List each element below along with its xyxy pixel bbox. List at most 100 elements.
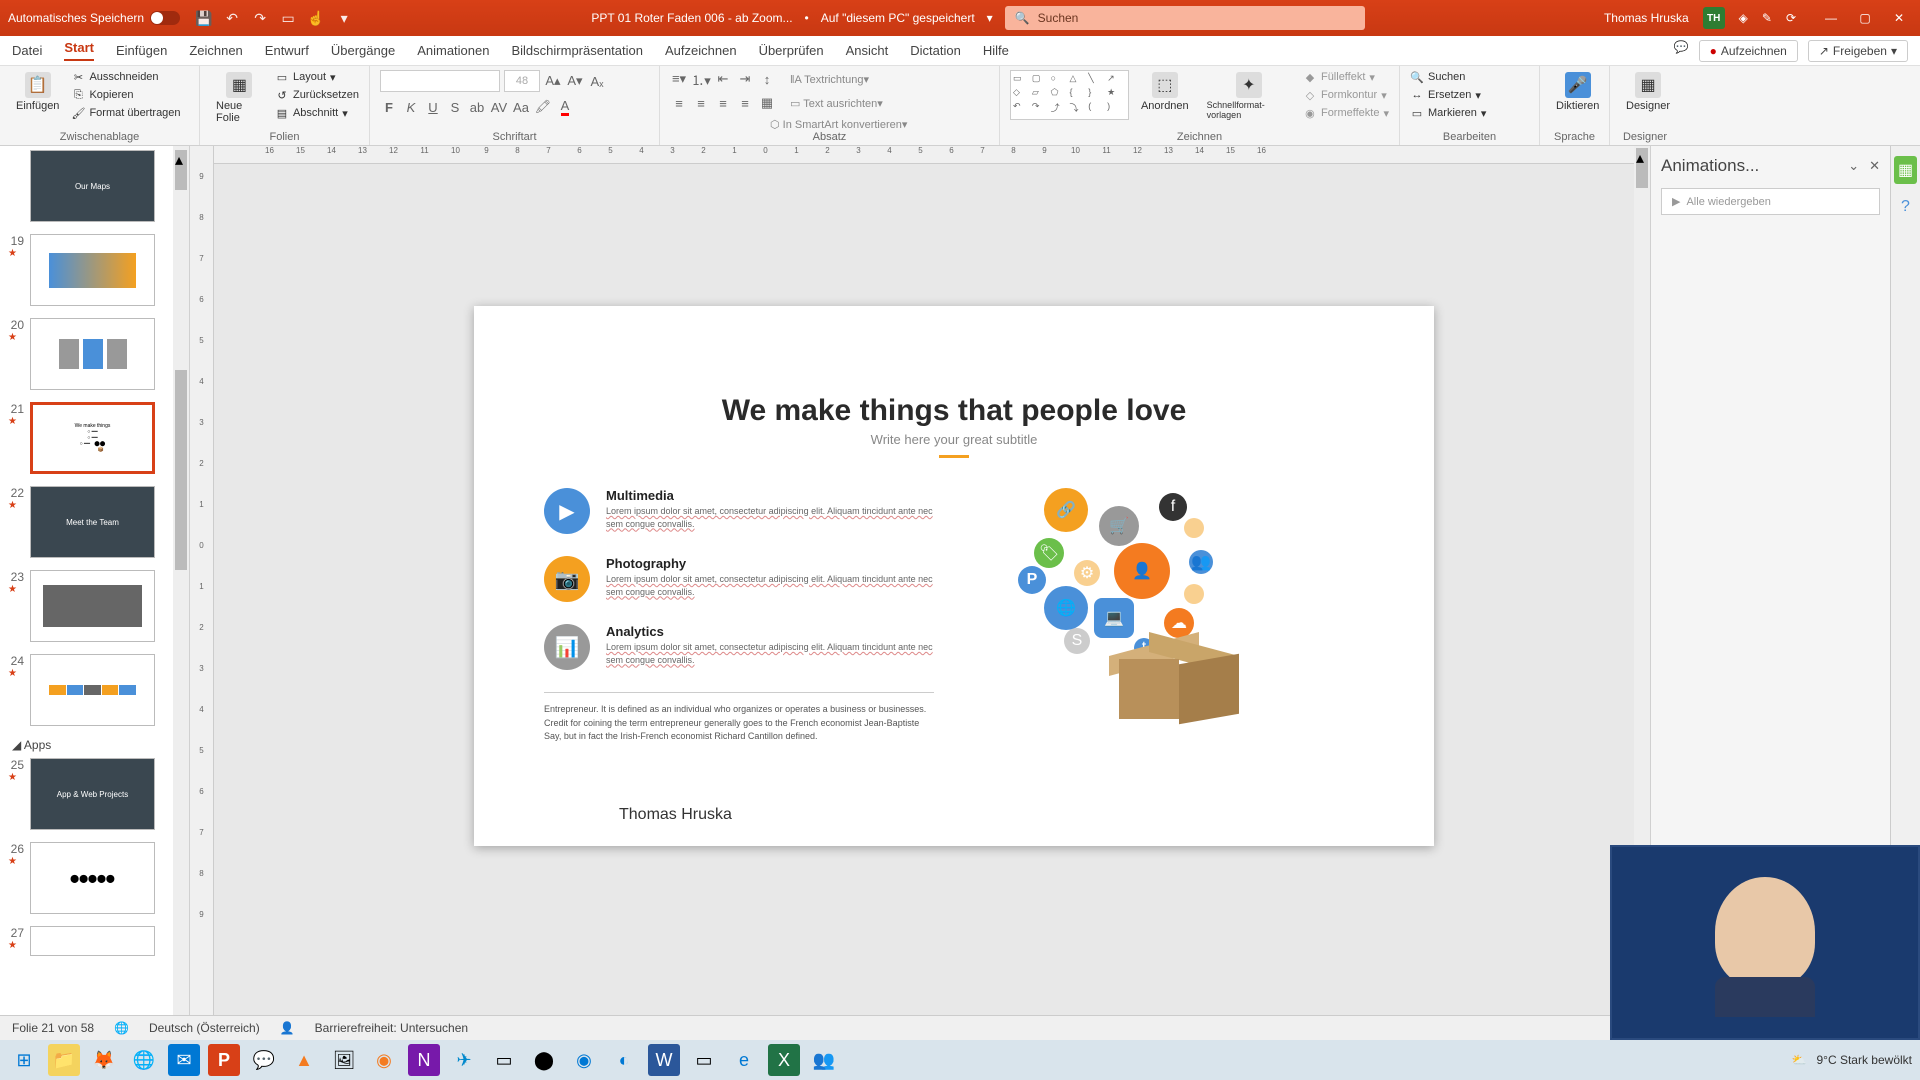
freigeben-button[interactable]: ↗Freigeben▾ (1808, 40, 1908, 62)
font-size[interactable]: 48 (504, 70, 540, 92)
feature-title[interactable]: Multimedia (606, 488, 934, 503)
outlook-icon[interactable]: ✉ (168, 1044, 200, 1076)
thumb-25[interactable]: App & Web Projects (30, 758, 155, 830)
app-icon[interactable]: ◉ (368, 1044, 400, 1076)
effects-button[interactable]: ◉Formeffekte▾ (1303, 106, 1389, 120)
diamond-icon[interactable]: ◈ (1739, 11, 1748, 25)
fromstart-icon[interactable]: ▭ (280, 10, 296, 26)
underline-icon[interactable]: U (424, 98, 442, 116)
aufzeichnen-button[interactable]: ●Aufzeichnen (1699, 40, 1798, 62)
highlight-icon[interactable]: 🖍 (534, 98, 552, 116)
slide-canvas[interactable]: We make things that people love Write he… (474, 306, 1434, 846)
thumb-22[interactable]: Meet the Team (30, 486, 155, 558)
weather-text[interactable]: 9°C Stark bewölkt (1816, 1053, 1912, 1067)
photos-icon[interactable]: 🖼 (328, 1044, 360, 1076)
footnote[interactable]: Entrepreneur. It is defined as an indivi… (544, 692, 934, 744)
cut-button[interactable]: ✂Ausschneiden (71, 70, 180, 84)
edge-icon[interactable]: e (728, 1044, 760, 1076)
excel-icon[interactable]: X (768, 1044, 800, 1076)
tab-entwurf[interactable]: Entwurf (265, 43, 309, 58)
indent-inc-icon[interactable]: ⇥ (736, 70, 754, 88)
telegram-icon[interactable]: ✈ (448, 1044, 480, 1076)
section-apps[interactable]: ◢ Apps (12, 738, 181, 752)
thumb-27[interactable] (30, 926, 155, 956)
weather-icon[interactable]: ⛅ (1792, 1053, 1807, 1067)
bullets-icon[interactable]: ≡▾ (670, 70, 688, 88)
author-name[interactable]: Thomas Hruska (619, 806, 732, 824)
pen-icon[interactable]: ✎ (1762, 11, 1772, 25)
undo-icon[interactable]: ↶ (224, 10, 240, 26)
obs-icon[interactable]: ⬤ (528, 1044, 560, 1076)
tab-bildschirm[interactable]: Bildschirmpräsentation (511, 43, 643, 58)
tab-start[interactable]: Start (64, 40, 94, 61)
tab-ueberpruefen[interactable]: Überprüfen (759, 43, 824, 58)
grow-font-icon[interactable]: A▴ (544, 72, 562, 90)
language[interactable]: Deutsch (Österreich) (149, 1021, 260, 1035)
dropdown-icon[interactable]: ▾ (987, 11, 993, 25)
app-icon[interactable]: ◐ (608, 1044, 640, 1076)
thumb-18[interactable]: Our Maps (30, 150, 155, 222)
app-icon[interactable]: ▭ (488, 1044, 520, 1076)
accessibility[interactable]: Barrierefreiheit: Untersuchen (315, 1021, 468, 1035)
feature-title[interactable]: Photography (606, 556, 934, 571)
app-icon[interactable]: ▭ (688, 1044, 720, 1076)
app-icon[interactable]: 💬 (248, 1044, 280, 1076)
numbering-icon[interactable]: ⒈▾ (692, 70, 710, 88)
autosave-toggle[interactable]: Automatisches Speichern (8, 11, 180, 25)
section-button[interactable]: ▤Abschnitt▾ (275, 106, 359, 120)
justify-icon[interactable]: ≡ (736, 94, 754, 112)
tab-dictation[interactable]: Dictation (910, 43, 961, 58)
case-icon[interactable]: Aa (512, 98, 530, 116)
maximize-button[interactable]: ▢ (1852, 8, 1878, 28)
access-icon[interactable]: 👤 (280, 1021, 295, 1035)
touch-icon[interactable]: ☝ (308, 10, 324, 26)
designer-button[interactable]: ▦Designer (1620, 70, 1676, 114)
format-painter-button[interactable]: 🖌Format übertragen (71, 106, 180, 120)
slide-subtitle[interactable]: Write here your great subtitle (474, 432, 1434, 447)
dropdown-icon[interactable]: ▾ (336, 10, 352, 26)
start-button[interactable]: ⊞ (8, 1044, 40, 1076)
align-left-icon[interactable]: ≡ (670, 94, 688, 112)
feature-body[interactable]: Lorem ipsum dolor sit amet, consectetur … (606, 641, 934, 666)
tab-zeichnen[interactable]: Zeichnen (189, 43, 242, 58)
thumb-26[interactable]: ⬤⬤⬤⬤⬤ (30, 842, 155, 914)
search-box[interactable]: 🔍 Suchen (1005, 6, 1365, 30)
tab-ansicht[interactable]: Ansicht (846, 43, 889, 58)
close-pane-icon[interactable]: ✕ (1869, 158, 1880, 174)
toggle-switch[interactable] (150, 11, 180, 25)
thumb-20[interactable] (30, 318, 155, 390)
feature-title[interactable]: Analytics (606, 624, 934, 639)
thumb-19[interactable] (30, 234, 155, 306)
thumbs-scrollbar[interactable]: ▴ (173, 146, 189, 1015)
spacing-icon[interactable]: AV (490, 98, 508, 116)
arrange-button[interactable]: ⬚Anordnen (1135, 70, 1195, 114)
dictate-button[interactable]: 🎤Diktieren (1550, 70, 1605, 114)
font-selector[interactable] (380, 70, 500, 92)
columns-icon[interactable]: ▦ (758, 94, 776, 112)
replace-button[interactable]: ↔Ersetzen▾ (1410, 88, 1486, 102)
fill-button[interactable]: ◆Fülleffekt▾ (1303, 70, 1389, 84)
text-direction[interactable]: ‖A Textrichtung▾ (790, 73, 869, 86)
word-icon[interactable]: W (648, 1044, 680, 1076)
slide-title[interactable]: We make things that people love (474, 394, 1434, 428)
thumb-23[interactable] (30, 570, 155, 642)
sync-icon[interactable]: ⟳ (1786, 11, 1796, 25)
slide-counter[interactable]: Folie 21 von 58 (12, 1021, 94, 1035)
smartart-button[interactable]: ⬡ In SmartArt konvertieren▾ (770, 118, 907, 131)
select-button[interactable]: ▭Markieren▾ (1410, 106, 1486, 120)
comments-icon[interactable]: 💬 (1674, 40, 1689, 62)
layout-button[interactable]: ▭Layout▾ (275, 70, 359, 84)
tab-aufzeichnen[interactable]: Aufzeichnen (665, 43, 737, 58)
shapes-gallery[interactable]: ▭▢○△╲↗ ◇▱⬠{}★ ↶↷⤴⤵() (1010, 70, 1129, 120)
user-badge[interactable]: TH (1703, 7, 1725, 29)
play-all-button[interactable]: ▶ Alle wiedergeben (1661, 188, 1880, 215)
icon-cloud[interactable]: 🔗 🛒 f 🏷 ⚙ 👤 👥 P 🌐 💻 ☁ S (974, 488, 1364, 744)
font-color-icon[interactable]: A (556, 98, 574, 116)
explorer-icon[interactable]: 📁 (48, 1044, 80, 1076)
teams-icon[interactable]: 👥 (808, 1044, 840, 1076)
line-spacing-icon[interactable]: ↕ (758, 70, 776, 88)
outline-button[interactable]: ◇Formkontur▾ (1303, 88, 1389, 102)
onenote-icon[interactable]: N (408, 1044, 440, 1076)
find-button[interactable]: 🔍Suchen (1410, 70, 1486, 84)
expand-icon[interactable]: ▦ (1894, 156, 1917, 184)
